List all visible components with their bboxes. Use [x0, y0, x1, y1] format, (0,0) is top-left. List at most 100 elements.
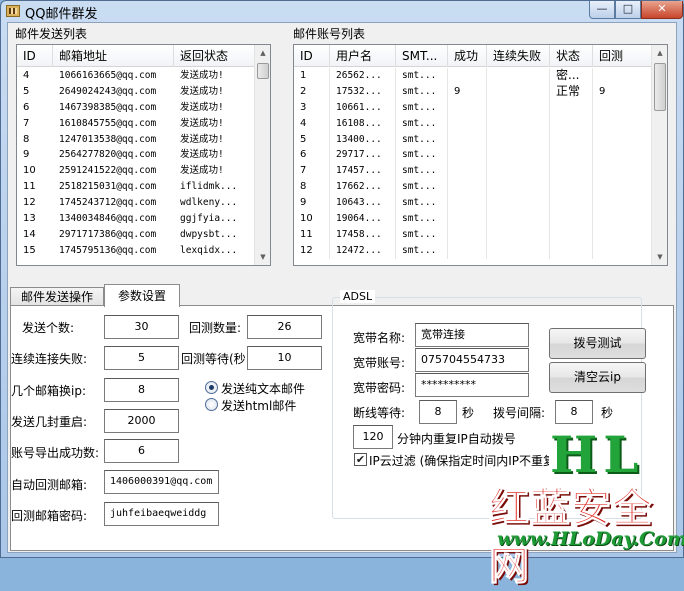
table-row[interactable]: 6 29717... smt... — [294, 147, 653, 164]
table-cell — [550, 242, 593, 259]
switch-ip-field[interactable]: 8 — [104, 378, 179, 402]
radio-plain-text[interactable] — [205, 381, 218, 394]
ip-cloud-filter-label[interactable]: IP云过滤 (确保指定时间内IP不重复 — [369, 452, 549, 469]
scroll-down-icon[interactable]: ▼ — [652, 249, 667, 265]
table-row[interactable]: 8 17662... smt... — [294, 179, 653, 196]
table-row[interactable]: 6 1467398385@qq.com 发送成功! — [17, 100, 255, 116]
send-list-title: 邮件发送列表 — [14, 25, 89, 42]
scroll-thumb[interactable] — [654, 63, 666, 111]
table-cell: 发送成功! — [180, 149, 224, 161]
col-header-email[interactable]: 邮箱地址 — [53, 45, 174, 67]
broadband-name-field[interactable]: 宽带连接 — [415, 323, 529, 347]
table-row[interactable]: 11 2518215031@qq.com iflidmk... — [17, 179, 255, 195]
col-header-id[interactable]: ID — [294, 45, 330, 67]
table-row[interactable]: 10 2591241522@qq.com 发送成功! — [17, 163, 255, 179]
table-cell: 1 — [294, 68, 330, 84]
table-cell — [487, 179, 550, 196]
radio-html[interactable] — [205, 398, 218, 411]
app-icon — [6, 5, 20, 17]
col-header-reply-test[interactable]: 回测 — [593, 45, 652, 67]
table-cell — [448, 163, 487, 180]
scroll-up-icon[interactable]: ▲ — [255, 45, 270, 61]
minimize-button[interactable]: — — [589, 1, 615, 19]
table-row[interactable]: 13 1340034846@qq.com ggjfyia... — [17, 211, 255, 227]
table-row[interactable]: 10 19064... smt... — [294, 211, 653, 227]
auto-reply-mailbox-field[interactable]: 1406000391@qq.com — [104, 470, 219, 494]
scroll-up-icon[interactable]: ▲ — [652, 45, 667, 61]
col-header-consecutive-fail[interactable]: 连续失败 — [487, 45, 550, 67]
auto-reply-mailbox-label: 自动回测邮箱: — [11, 478, 88, 492]
table-row[interactable]: 11 17458... smt... — [294, 226, 653, 243]
disconnect-wait-unit: 秒 — [462, 406, 475, 420]
table-row[interactable]: 7 17457... smt... — [294, 163, 653, 180]
table-cell: 9 — [294, 195, 330, 212]
tab-parameters[interactable]: 参数设置 — [104, 284, 180, 307]
table-row[interactable]: 7 1610845755@qq.com 发送成功! — [17, 116, 255, 132]
restart-after-field[interactable]: 2000 — [104, 409, 179, 433]
table-cell — [448, 179, 487, 196]
reply-password-field[interactable]: juhfeibaeqweiddg — [104, 502, 219, 526]
window-title: QQ邮件群发 — [25, 7, 98, 22]
scroll-down-icon[interactable]: ▼ — [255, 249, 270, 265]
table-row[interactable]: 9 10643... smt... — [294, 195, 653, 212]
send-list-scrollbar[interactable]: ▲ ▼ — [254, 45, 270, 265]
table-row[interactable]: 4 16108... smt... — [294, 115, 653, 132]
account-list[interactable]: ID 用户名 SMT... 成功 连续失败 状态 回测 1 26562... smt… — [293, 44, 668, 266]
table-row[interactable]: 12 12472... smt... — [294, 242, 653, 259]
dial-test-button[interactable]: 拨号测试 — [549, 328, 646, 359]
table-row[interactable]: 8 1247013538@qq.com 发送成功! — [17, 132, 255, 148]
radio-plain-text-label[interactable]: 发送纯文本邮件 — [221, 380, 305, 397]
col-header-state[interactable]: 状态 — [550, 45, 593, 67]
table-cell — [593, 179, 652, 196]
table-cell — [593, 68, 652, 84]
col-header-id[interactable]: ID — [17, 45, 53, 67]
table-row[interactable]: 14 2971717386@qq.com dwpysbt... — [17, 227, 255, 243]
close-button[interactable]: ✕ — [641, 1, 683, 19]
table-row[interactable]: 5 13400... smt... — [294, 131, 653, 148]
col-header-username[interactable]: 用户名 — [330, 45, 396, 67]
table-row[interactable]: 12 1745243712@qq.com wdlkeny... — [17, 195, 255, 211]
clear-cloud-ip-button[interactable]: 清空云ip — [549, 362, 646, 393]
table-cell: 5 — [23, 85, 30, 97]
broadband-account-field[interactable]: 075704554733 — [415, 348, 529, 372]
dial-interval-field[interactable]: 8 — [555, 400, 593, 424]
table-cell — [593, 115, 652, 132]
consecutive-fail-field[interactable]: 5 — [104, 346, 179, 370]
disconnect-wait-field[interactable]: 8 — [419, 400, 457, 424]
table-cell: 17532... — [330, 83, 396, 100]
maximize-button[interactable]: □ — [615, 1, 641, 19]
col-header-smtp[interactable]: SMT... — [396, 45, 448, 67]
table-cell: 17457... — [330, 163, 396, 180]
repeat-minutes-field[interactable]: 120 — [353, 425, 393, 449]
scroll-thumb[interactable] — [257, 63, 269, 79]
reply-wait-field[interactable]: 10 — [247, 346, 322, 370]
export-success-field[interactable]: 6 — [104, 439, 179, 463]
title-bar[interactable]: QQ邮件群发 — □ ✕ — [1, 1, 683, 22]
col-header-success[interactable]: 成功 — [448, 45, 487, 67]
reply-password-label: 回测邮箱密码: — [11, 509, 88, 523]
table-cell — [593, 131, 652, 148]
send-list[interactable]: ID 邮箱地址 返回状态 4 1066163665@qq.com 发送成功! 5 264… — [16, 44, 271, 266]
send-count-field[interactable]: 30 — [104, 315, 179, 339]
radio-html-label[interactable]: 发送html邮件 — [221, 397, 296, 414]
table-row[interactable]: 3 10661... smt... — [294, 99, 653, 116]
table-cell: 19064... — [330, 211, 396, 227]
table-cell: 密... — [550, 68, 593, 84]
table-row[interactable]: 9 2564277820@qq.com 发送成功! — [17, 147, 255, 163]
table-cell: smt... — [396, 226, 448, 243]
table-cell: 发送成功! — [180, 165, 224, 177]
ip-cloud-filter-checkbox[interactable]: ✔ — [354, 453, 367, 466]
table-row[interactable]: 2 17532... smt... 9 正常 9 — [294, 83, 653, 100]
table-cell: 1247013538@qq.com — [59, 133, 157, 145]
broadband-password-field[interactable]: ********** — [415, 373, 529, 397]
adsl-legend: ADSL — [340, 290, 376, 303]
reply-count-field[interactable]: 26 — [247, 315, 322, 339]
tab-send-operation[interactable]: 邮件发送操作 — [10, 287, 104, 306]
account-list-scrollbar[interactable]: ▲ ▼ — [651, 45, 667, 265]
table-row[interactable]: 15 1745795136@qq.com lexqidx... — [17, 243, 255, 259]
col-header-status[interactable]: 返回状态 — [174, 45, 255, 67]
table-row[interactable]: 5 2649024243@qq.com 发送成功! — [17, 84, 255, 100]
table-row[interactable]: 1 26562... smt... 密... — [294, 68, 653, 84]
table-row[interactable]: 4 1066163665@qq.com 发送成功! — [17, 68, 255, 84]
table-cell: 4 — [294, 115, 330, 132]
